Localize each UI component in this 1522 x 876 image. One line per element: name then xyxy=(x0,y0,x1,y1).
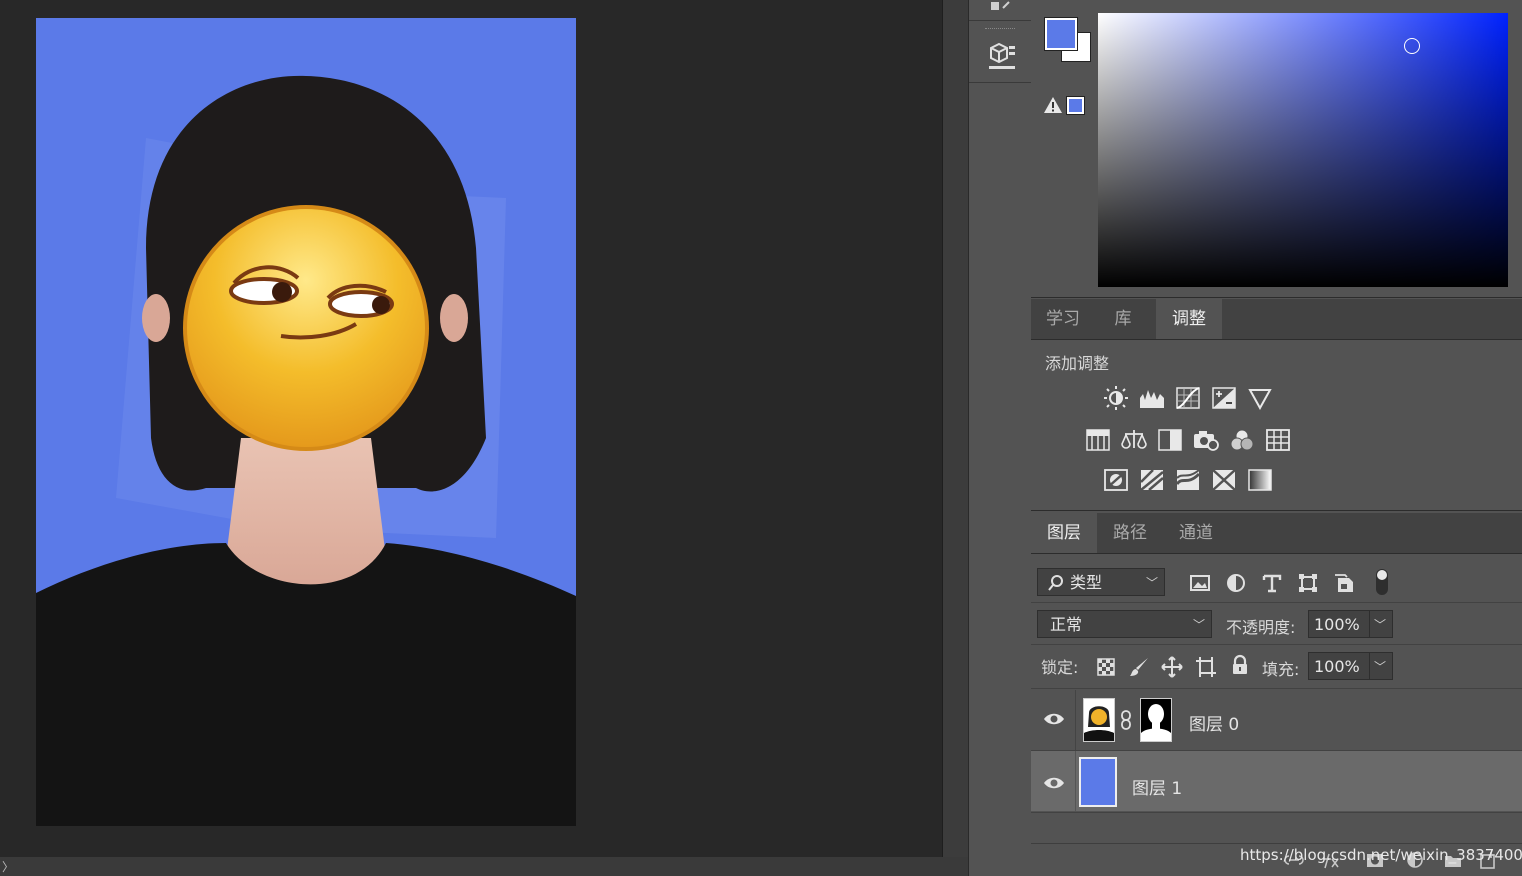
color-balance-icon[interactable] xyxy=(1121,428,1147,452)
hue-saturation-icon[interactable] xyxy=(1085,428,1111,452)
smart-object-filter-icon[interactable] xyxy=(1333,572,1355,594)
mask-link-chain-icon[interactable] xyxy=(1120,710,1132,730)
panel-grip[interactable] xyxy=(985,28,1015,32)
divider xyxy=(1031,812,1522,813)
opacity-value: 100% xyxy=(1314,615,1360,634)
right-panel-dock: 学习 库 调整 添加调整 图层 路径 通道 类型 ﹀ 正常 ﹀ 不透明度: 10… xyxy=(1031,0,1522,876)
adjustment-layer-filter-icon[interactable] xyxy=(1225,572,1247,594)
adjustments-tab-bar: 学习 库 调整 xyxy=(1031,299,1522,340)
color-picker-cursor[interactable] xyxy=(1404,38,1420,54)
color-lookup-icon[interactable] xyxy=(1265,428,1291,452)
threshold-icon[interactable] xyxy=(1175,468,1201,492)
divider xyxy=(1031,843,1522,844)
gradient-map-icon[interactable] xyxy=(1247,468,1273,492)
color-picker-field[interactable] xyxy=(1098,13,1508,287)
adjustments-panel: 添加调整 xyxy=(1031,340,1522,511)
expand-arrow-icon[interactable]: 〉 xyxy=(2,858,14,875)
brightness-contrast-icon[interactable] xyxy=(1103,386,1129,410)
divider xyxy=(1031,644,1522,645)
fill-label: 填充: xyxy=(1262,660,1300,679)
layer-filter-label: 类型 xyxy=(1070,573,1103,592)
layer-mask-thumbnail[interactable] xyxy=(1140,698,1172,742)
chevron-down-icon: ﹀ xyxy=(1373,660,1386,674)
visibility-eye-icon[interactable] xyxy=(1043,776,1065,790)
tab-channels[interactable]: 通道 xyxy=(1163,513,1229,553)
invert-icon[interactable] xyxy=(1103,468,1129,492)
lock-transparent-pixels-icon[interactable] xyxy=(1095,656,1117,678)
layer-name[interactable]: 图层 0 xyxy=(1189,710,1239,735)
shape-layer-filter-icon[interactable] xyxy=(1297,572,1319,594)
lock-position-move-icon[interactable] xyxy=(1161,656,1183,678)
websafe-color-swatch[interactable] xyxy=(1066,96,1085,115)
tab-libraries[interactable]: 库 xyxy=(1095,299,1151,339)
layer-row-0[interactable]: 图层 0 xyxy=(1031,690,1522,750)
tab-layers[interactable]: 图层 xyxy=(1031,513,1097,553)
fill-value: 100% xyxy=(1314,657,1360,676)
document-image[interactable] xyxy=(36,18,576,826)
exposure-icon[interactable] xyxy=(1211,386,1237,410)
properties-button[interactable] xyxy=(969,36,1031,83)
pixel-layer-filter-icon[interactable] xyxy=(1189,572,1211,594)
layer-thumbnail[interactable] xyxy=(1079,757,1117,807)
lock-all-icon[interactable] xyxy=(1229,654,1251,676)
divider xyxy=(1369,653,1370,679)
layer-thumbnail[interactable] xyxy=(1083,698,1115,742)
lock-label: 锁定: xyxy=(1041,658,1079,677)
levels-icon[interactable] xyxy=(1139,386,1165,410)
divider xyxy=(1031,688,1522,689)
filter-toggle-switch[interactable] xyxy=(1375,568,1389,596)
gamut-warning-icon[interactable] xyxy=(1043,96,1063,114)
strip-header xyxy=(969,0,1031,21)
visibility-eye-icon[interactable] xyxy=(1043,712,1065,726)
channel-mixer-icon[interactable] xyxy=(1229,428,1255,452)
canvas-status-bar xyxy=(0,857,968,876)
divider xyxy=(1369,611,1370,637)
mask-silhouette xyxy=(1141,704,1171,741)
lock-artboard-icon[interactable] xyxy=(1195,656,1217,678)
chevron-down-icon: ﹀ xyxy=(1373,618,1386,632)
foreground-color-swatch[interactable] xyxy=(1044,17,1078,51)
portrait-photo xyxy=(36,18,576,826)
curves-icon[interactable] xyxy=(1175,386,1201,410)
history-icon[interactable] xyxy=(969,0,1031,20)
document-canvas-area[interactable] xyxy=(0,0,942,857)
portrait-thumbnail xyxy=(1084,706,1114,741)
layer-name[interactable]: 图层 1 xyxy=(1132,774,1182,799)
layer-row-1[interactable]: 图层 1 xyxy=(1031,751,1522,811)
vibrance-icon[interactable] xyxy=(1247,386,1273,410)
opacity-label: 不透明度: xyxy=(1226,618,1296,637)
add-adjustment-heading: 添加调整 xyxy=(1045,354,1110,373)
lock-image-pixels-brush-icon[interactable] xyxy=(1129,656,1151,678)
divider xyxy=(1031,602,1522,603)
search-icon xyxy=(1048,575,1063,591)
canvas-vertical-scrollbar[interactable] xyxy=(942,0,969,857)
layers-panel: 类型 ﹀ 正常 ﹀ 不透明度: 100% ﹀ 锁定: 填充: 100% ﹀ 图层… xyxy=(1031,554,1522,876)
fill-input[interactable]: 100% ﹀ xyxy=(1308,652,1393,680)
divider xyxy=(1075,751,1076,811)
divider xyxy=(1075,690,1076,750)
black-white-icon[interactable] xyxy=(1157,428,1183,452)
blend-mode-select[interactable]: 正常 ﹀ xyxy=(1037,610,1212,638)
watermark-text: https://blog.csdn.net/weixin_38374007 xyxy=(1240,846,1522,864)
type-layer-filter-icon[interactable] xyxy=(1261,572,1283,594)
tab-paths[interactable]: 路径 xyxy=(1097,513,1163,553)
tab-adjustments[interactable]: 调整 xyxy=(1156,299,1222,339)
blend-mode-value: 正常 xyxy=(1050,615,1083,634)
chevron-down-icon: ﹀ xyxy=(1145,576,1158,590)
opacity-input[interactable]: 100% ﹀ xyxy=(1308,610,1393,638)
3d-cube-icon xyxy=(989,42,1015,69)
layers-tab-bar: 图层 路径 通道 xyxy=(1031,513,1522,554)
layer-filter-select[interactable]: 类型 ﹀ xyxy=(1037,568,1165,596)
collapsed-panel-strip xyxy=(968,0,1032,876)
color-panel xyxy=(1031,0,1522,298)
posterize-icon[interactable] xyxy=(1139,468,1165,492)
tab-learn[interactable]: 学习 xyxy=(1031,299,1095,339)
selective-color-icon[interactable] xyxy=(1211,468,1237,492)
photo-filter-icon[interactable] xyxy=(1193,428,1219,452)
chevron-down-icon: ﹀ xyxy=(1192,618,1205,632)
